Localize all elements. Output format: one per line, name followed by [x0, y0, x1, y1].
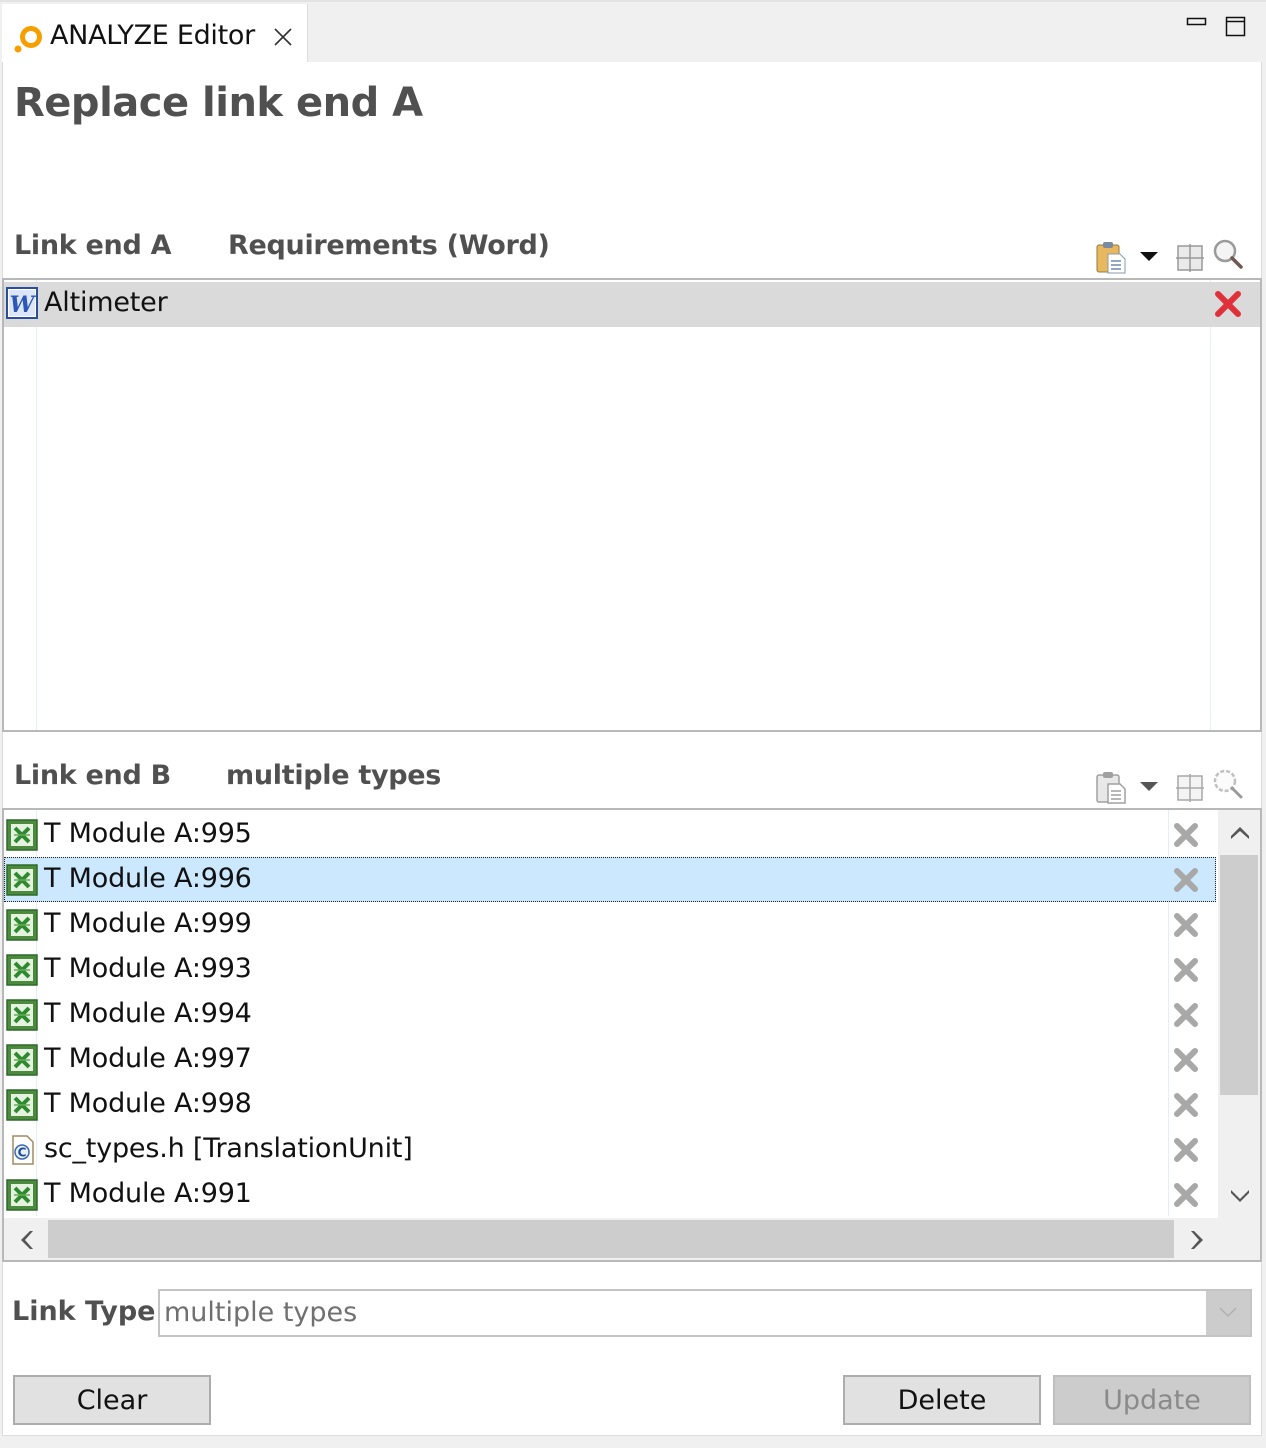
list-item[interactable]: T Module A:999: [4, 902, 1216, 947]
excel-icon: [6, 1179, 38, 1211]
link-type-dropdown-button[interactable]: [1206, 1291, 1250, 1335]
chevron-down-icon: [1219, 1307, 1237, 1318]
remove-icon[interactable]: [1172, 1091, 1200, 1119]
link-end-b-label: Link end B: [14, 760, 171, 791]
list-item[interactable]: T Module A:991: [4, 1172, 1216, 1217]
grid-icon: [1176, 774, 1204, 802]
remove-icon[interactable]: [1214, 290, 1242, 318]
link-type-value: multiple types: [164, 1297, 358, 1328]
close-icon[interactable]: [272, 26, 294, 48]
remove-icon[interactable]: [1172, 911, 1200, 939]
list-item[interactable]: T Module A:994: [4, 992, 1216, 1037]
c-source-file-icon: C: [12, 1135, 34, 1165]
list-item-label: sc_types.h [TranslationUnit]: [44, 1133, 413, 1164]
list-item-label: Altimeter: [44, 287, 168, 318]
remove-icon[interactable]: [1172, 1181, 1200, 1209]
excel-icon: [6, 1044, 38, 1076]
column-divider: [36, 280, 37, 730]
link-type-label: Link Type: [12, 1296, 156, 1327]
tab-analyze-editor[interactable]: ANALYZE Editor: [2, 4, 308, 64]
list-item-label: T Module A:993: [44, 953, 252, 984]
list-item[interactable]: Csc_types.h [TranslationUnit]: [4, 1127, 1216, 1172]
list-item[interactable]: T Module A:997: [4, 1037, 1216, 1082]
delete-button[interactable]: Delete: [843, 1375, 1041, 1425]
remove-icon[interactable]: [1172, 1136, 1200, 1164]
scroll-left-icon[interactable]: [14, 1228, 38, 1252]
link-type-combo[interactable]: multiple types: [158, 1289, 1252, 1337]
scroll-down-icon[interactable]: [1228, 1184, 1252, 1208]
list-item[interactable]: T Module A:996: [4, 857, 1216, 902]
link-end-a-type: Requirements (Word): [228, 230, 550, 261]
excel-icon: [6, 954, 38, 986]
horizontal-scrollbar[interactable]: [4, 1218, 1260, 1260]
minimize-icon[interactable]: [1186, 14, 1208, 36]
list-item[interactable]: T Module A:995: [4, 812, 1216, 857]
page-title: Replace link end A: [14, 80, 423, 126]
scroll-up-icon[interactable]: [1228, 820, 1252, 844]
excel-icon: [6, 999, 38, 1031]
link-end-a-label: Link end A: [14, 230, 172, 261]
list-item[interactable]: W Altimeter: [4, 282, 1260, 327]
link-end-a-list[interactable]: W Altimeter: [2, 278, 1262, 732]
search-icon[interactable]: [1212, 238, 1246, 272]
remove-icon[interactable]: [1172, 1046, 1200, 1074]
excel-icon: [6, 1089, 38, 1121]
word-document-icon: W: [6, 287, 38, 319]
dropdown-arrow-icon[interactable]: [1136, 240, 1170, 274]
vertical-scrollbar[interactable]: [1218, 810, 1260, 1218]
svg-text:W: W: [10, 292, 37, 318]
search-icon: [1213, 769, 1243, 799]
list-item[interactable]: T Module A:998: [4, 1082, 1216, 1127]
maximize-icon[interactable]: [1225, 16, 1247, 38]
remove-icon[interactable]: [1172, 821, 1200, 849]
paste-icon[interactable]: [1094, 240, 1128, 274]
svg-text:C: C: [18, 1146, 27, 1160]
remove-icon[interactable]: [1172, 956, 1200, 984]
column-divider: [1210, 280, 1211, 730]
vertical-scroll-thumb[interactable]: [1220, 855, 1258, 1095]
dropdown-arrow-icon: [1140, 782, 1158, 791]
scroll-right-icon[interactable]: [1186, 1228, 1210, 1252]
excel-icon: [6, 909, 38, 941]
horizontal-scroll-thumb[interactable]: [48, 1220, 1174, 1258]
analyze-icon: [14, 26, 42, 53]
excel-icon: [6, 864, 38, 896]
remove-icon[interactable]: [1172, 866, 1200, 894]
list-item-label: T Module A:995: [44, 818, 252, 849]
list-item-label: T Module A:999: [44, 908, 252, 939]
update-button: Update: [1053, 1375, 1251, 1425]
link-end-b-list[interactable]: T Module A:995 T Module A:996 T Module A:9…: [2, 808, 1262, 1262]
tab-title: ANALYZE Editor: [50, 20, 255, 51]
excel-icon: [6, 819, 38, 851]
list-item-label: T Module A:991: [44, 1178, 252, 1209]
list-item-label: T Module A:997: [44, 1043, 252, 1074]
list-item-label: T Module A:996: [44, 863, 252, 894]
list-item-label: T Module A:994: [44, 998, 252, 1029]
clear-button[interactable]: Clear: [13, 1375, 211, 1425]
editor-tab-bar: ANALYZE Editor: [0, 0, 1266, 64]
link-end-b-type: multiple types: [226, 760, 442, 791]
list-item-label: T Module A:998: [44, 1088, 252, 1119]
remove-icon[interactable]: [1172, 1001, 1200, 1029]
paste-icon: [1096, 772, 1126, 804]
grid-icon[interactable]: [1174, 240, 1208, 274]
list-item[interactable]: T Module A:993: [4, 947, 1216, 992]
